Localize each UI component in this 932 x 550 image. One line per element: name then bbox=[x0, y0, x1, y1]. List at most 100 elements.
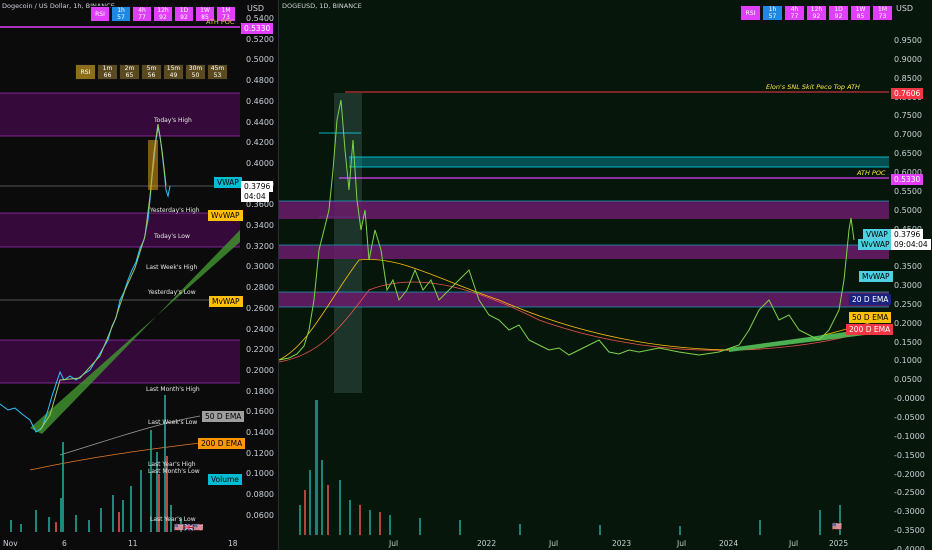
price-tick: 0.4600 bbox=[246, 96, 274, 106]
rsi-cell-value: 66 bbox=[103, 72, 112, 79]
rsi-cell-label: 1W bbox=[855, 6, 866, 13]
rsi-cell-label: 1h bbox=[768, 6, 777, 13]
rsi-cell-value: 56 bbox=[147, 72, 156, 79]
rsi-cell-label: 30m bbox=[188, 65, 203, 72]
rsi-cell-value: 57 bbox=[768, 13, 777, 20]
mvwap-tag: MvWAP bbox=[859, 271, 893, 282]
rsi-cell-value: 49 bbox=[169, 72, 178, 79]
price-tick: 0.1400 bbox=[246, 428, 274, 437]
price-tick: 0.0600 bbox=[246, 510, 274, 520]
price-tick: 0.8500 bbox=[894, 73, 922, 83]
time-label: 18 bbox=[228, 539, 238, 548]
currency-label: USD bbox=[896, 4, 914, 13]
price-tick: 0.1500 bbox=[894, 337, 922, 347]
left-chart-pane[interactable]: Dogecoin / US Dollar, 1h, BINANCE RSI 1h 5… bbox=[0, 0, 278, 550]
rsi-cell-label: 1D bbox=[179, 7, 189, 14]
price-tick: 0.2500 bbox=[894, 299, 922, 309]
rsi-cell-value: 57 bbox=[117, 14, 125, 21]
event-flag-icon[interactable]: 🇺🇸🇬🇧🇺🇸 bbox=[174, 523, 204, 532]
right-chart-pane[interactable]: DOGEUSD, 1D, BINANCE RSI 1h 57 4h 77 12h 92 1D 9… bbox=[279, 0, 932, 550]
price-tick: 0.1800 bbox=[246, 386, 274, 396]
rsi-cell: RSI bbox=[740, 5, 761, 21]
rsi-cell-label: 1m bbox=[102, 65, 113, 72]
rsi-cell-label: 2m bbox=[124, 65, 135, 72]
time-label: 2024 bbox=[719, 539, 739, 548]
rsi-cell: RSI bbox=[90, 6, 110, 22]
rsi-cell-value: 65 bbox=[125, 72, 134, 79]
rsi-cell: 1h 57 bbox=[111, 6, 131, 22]
price-tick: 0.5400 bbox=[246, 14, 274, 23]
ema20-tag: 20 D EMA bbox=[849, 294, 892, 305]
resistance-zone-upper bbox=[0, 93, 240, 136]
rsi-cell-label: 1M bbox=[221, 7, 231, 14]
rsi-cell-value: 92 bbox=[180, 14, 188, 21]
time-label: 6 bbox=[62, 539, 67, 548]
rsi-cell: 5m 56 bbox=[141, 64, 162, 80]
price-series-secondary bbox=[39, 123, 167, 431]
snl-ath-label: Elon's SNL Skit Peco Top ATH bbox=[766, 83, 860, 91]
time-label: 2023 bbox=[612, 539, 632, 548]
price-tick: -0.4000 bbox=[894, 544, 925, 550]
left-chart-canvas[interactable] bbox=[0, 0, 278, 550]
price-tick: 0.1200 bbox=[246, 448, 274, 458]
level-label: Last Month's High bbox=[146, 386, 200, 393]
ema50-tag: 50 D EMA bbox=[202, 411, 245, 422]
event-flag-icon[interactable]: 🇺🇸 bbox=[832, 522, 842, 531]
vwap-tag: VWAP bbox=[214, 177, 242, 188]
price-tick: 0.5500 bbox=[894, 186, 922, 196]
ema50-line bbox=[279, 258, 890, 361]
ath-highlight bbox=[334, 93, 362, 393]
price-tick: 0.2000 bbox=[246, 365, 274, 375]
rsi-cell: 2m 65 bbox=[119, 64, 140, 80]
rsi-cell-label: 1h bbox=[117, 7, 125, 14]
ath-poc-price-tag: 0.5330 bbox=[891, 174, 924, 185]
ath-poc-price-tag: 0.5330 bbox=[241, 23, 274, 34]
level-label: Last Year's High bbox=[148, 461, 196, 468]
rsi-cell: 4h 77 bbox=[132, 6, 152, 22]
rsi-cell-label: 15m bbox=[166, 65, 181, 72]
time-label: 11 bbox=[128, 539, 138, 548]
rsi-cell-label: 1D bbox=[834, 6, 843, 13]
rsi-cell: 1h 57 bbox=[762, 5, 783, 21]
symbol-title[interactable]: DOGEUSD, 1D, BINANCE bbox=[282, 2, 362, 10]
price-tick: 0.1000 bbox=[894, 356, 922, 366]
candle-cluster bbox=[148, 140, 158, 190]
rsi-cell-label: 12h bbox=[810, 6, 823, 13]
rsi-cell-label: RSI bbox=[80, 69, 91, 76]
price-tick: -0.1000 bbox=[894, 431, 925, 441]
price-tick: 0.3400 bbox=[246, 221, 274, 230]
rsi-cell-value: 85 bbox=[856, 13, 865, 20]
rsi-cell-value: 92 bbox=[812, 13, 821, 20]
time-label: 2025 bbox=[829, 539, 849, 548]
price-tick: 0.9000 bbox=[894, 54, 922, 64]
time-label: Nov bbox=[3, 539, 18, 548]
rsi-cell-value: 53 bbox=[213, 72, 222, 79]
price-tick: 0.3200 bbox=[246, 241, 274, 251]
rsi-cell-label: RSI bbox=[95, 11, 105, 18]
rsi-cell-label: 4h bbox=[138, 7, 146, 14]
wvwap-tag: WvWAP bbox=[858, 239, 893, 250]
price-tick: 0.2000 bbox=[894, 318, 922, 328]
support-zone bbox=[0, 340, 240, 383]
rsi-cell-label: 4h bbox=[790, 6, 799, 13]
rsi-cell-value: 73 bbox=[878, 13, 887, 20]
snl-ath-price-tag: 0.7606 bbox=[891, 88, 924, 99]
rsi-cell-value: 50 bbox=[191, 72, 200, 79]
level-label: Today's Low bbox=[154, 233, 190, 240]
rsi-cell-value: 77 bbox=[138, 14, 146, 21]
countdown-tag: 04:04 bbox=[241, 191, 269, 202]
price-tick: 0.4800 bbox=[246, 76, 274, 86]
price-tick: 0.3000 bbox=[246, 262, 274, 272]
rsi-cell-value: 77 bbox=[790, 13, 799, 20]
mvwap-tag: MvWAP bbox=[209, 296, 243, 307]
price-tick: 0.5000 bbox=[246, 55, 274, 65]
ema50-tag: 50 D EMA bbox=[849, 312, 892, 323]
price-tick: 0.9500 bbox=[894, 36, 922, 45]
rsi-cell-value: 92 bbox=[834, 13, 843, 20]
volume-tag: Volume bbox=[208, 474, 242, 485]
rsi-cell-value: 92 bbox=[159, 14, 167, 21]
price-tick: 0.3500 bbox=[894, 262, 922, 272]
level-label: Yesterday's Low bbox=[148, 289, 196, 296]
level-label: Last Year's Low bbox=[150, 516, 196, 523]
rsi-cell-label: 5m bbox=[146, 65, 157, 72]
